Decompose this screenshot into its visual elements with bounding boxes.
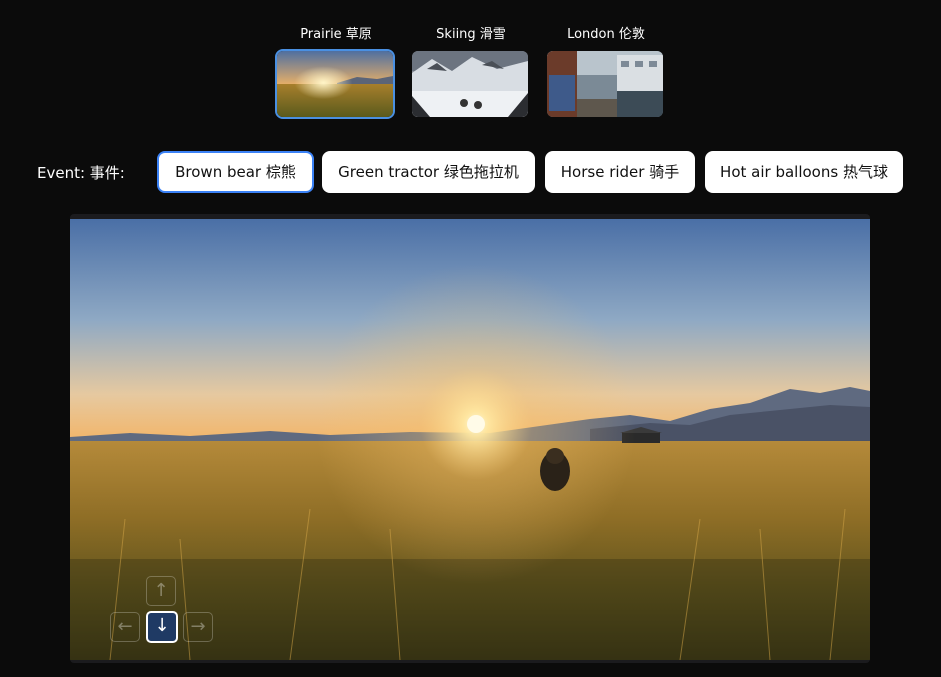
scene-thumbnail-skiing[interactable]	[410, 49, 530, 119]
panorama-image	[70, 219, 870, 660]
scene-prairie[interactable]: Prairie 草原	[275, 26, 397, 119]
scene-london[interactable]: London 伦敦	[545, 26, 667, 117]
event-button-brown-bear[interactable]: Brown bear 棕熊	[157, 151, 314, 193]
event-button-green-tractor[interactable]: Green tractor 绿色拖拉机	[322, 151, 535, 193]
arrow-right-button[interactable]: →	[183, 612, 213, 642]
arrow-down-button[interactable]: ↓	[146, 611, 178, 643]
scene-label-prairie: Prairie 草原	[300, 27, 372, 42]
scene-label-london: London 伦敦	[567, 27, 645, 42]
event-button-horse-rider[interactable]: Horse rider 骑手	[545, 151, 695, 193]
event-button-hot-air-balloons[interactable]: Hot air balloons 热气球	[705, 151, 903, 193]
event-label: Event: 事件:	[37, 164, 125, 182]
arrow-left-button[interactable]: ←	[110, 612, 140, 642]
scene-thumbnail-prairie[interactable]	[275, 49, 395, 119]
arrow-up-button[interactable]: ↑	[146, 576, 176, 606]
panorama-viewer[interactable]: ↑ ← ↓ →	[70, 214, 870, 663]
scene-skiing[interactable]: Skiing 滑雪	[410, 26, 532, 117]
scene-thumbnail-london[interactable]	[545, 49, 665, 119]
scene-label-skiing: Skiing 滑雪	[436, 27, 506, 42]
scene-selector: Prairie 草原 Skiing 滑雪 London 伦敦	[275, 26, 667, 122]
